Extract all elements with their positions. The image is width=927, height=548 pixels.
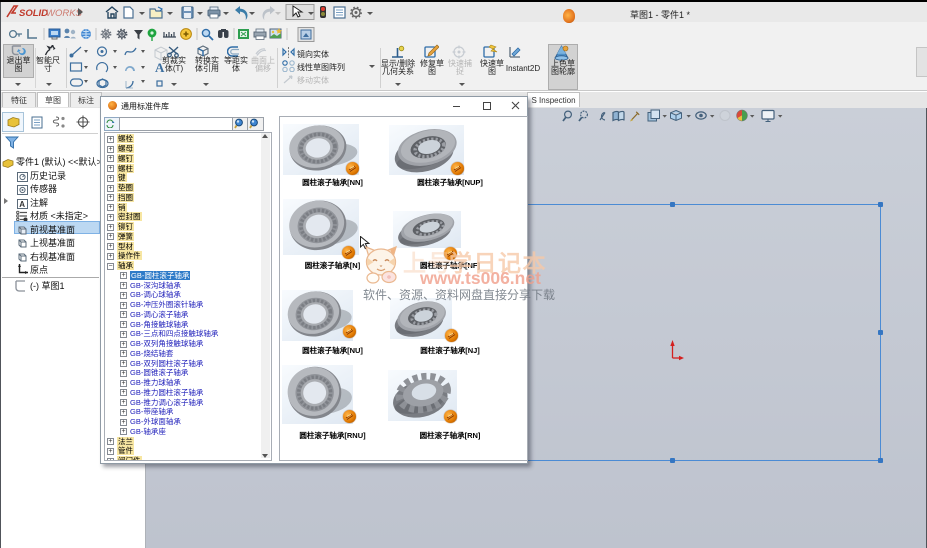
svg-text:A: A [19,200,25,209]
svg-text:WORKS: WORKS [46,8,82,19]
svg-text:SOLID: SOLID [19,8,48,19]
